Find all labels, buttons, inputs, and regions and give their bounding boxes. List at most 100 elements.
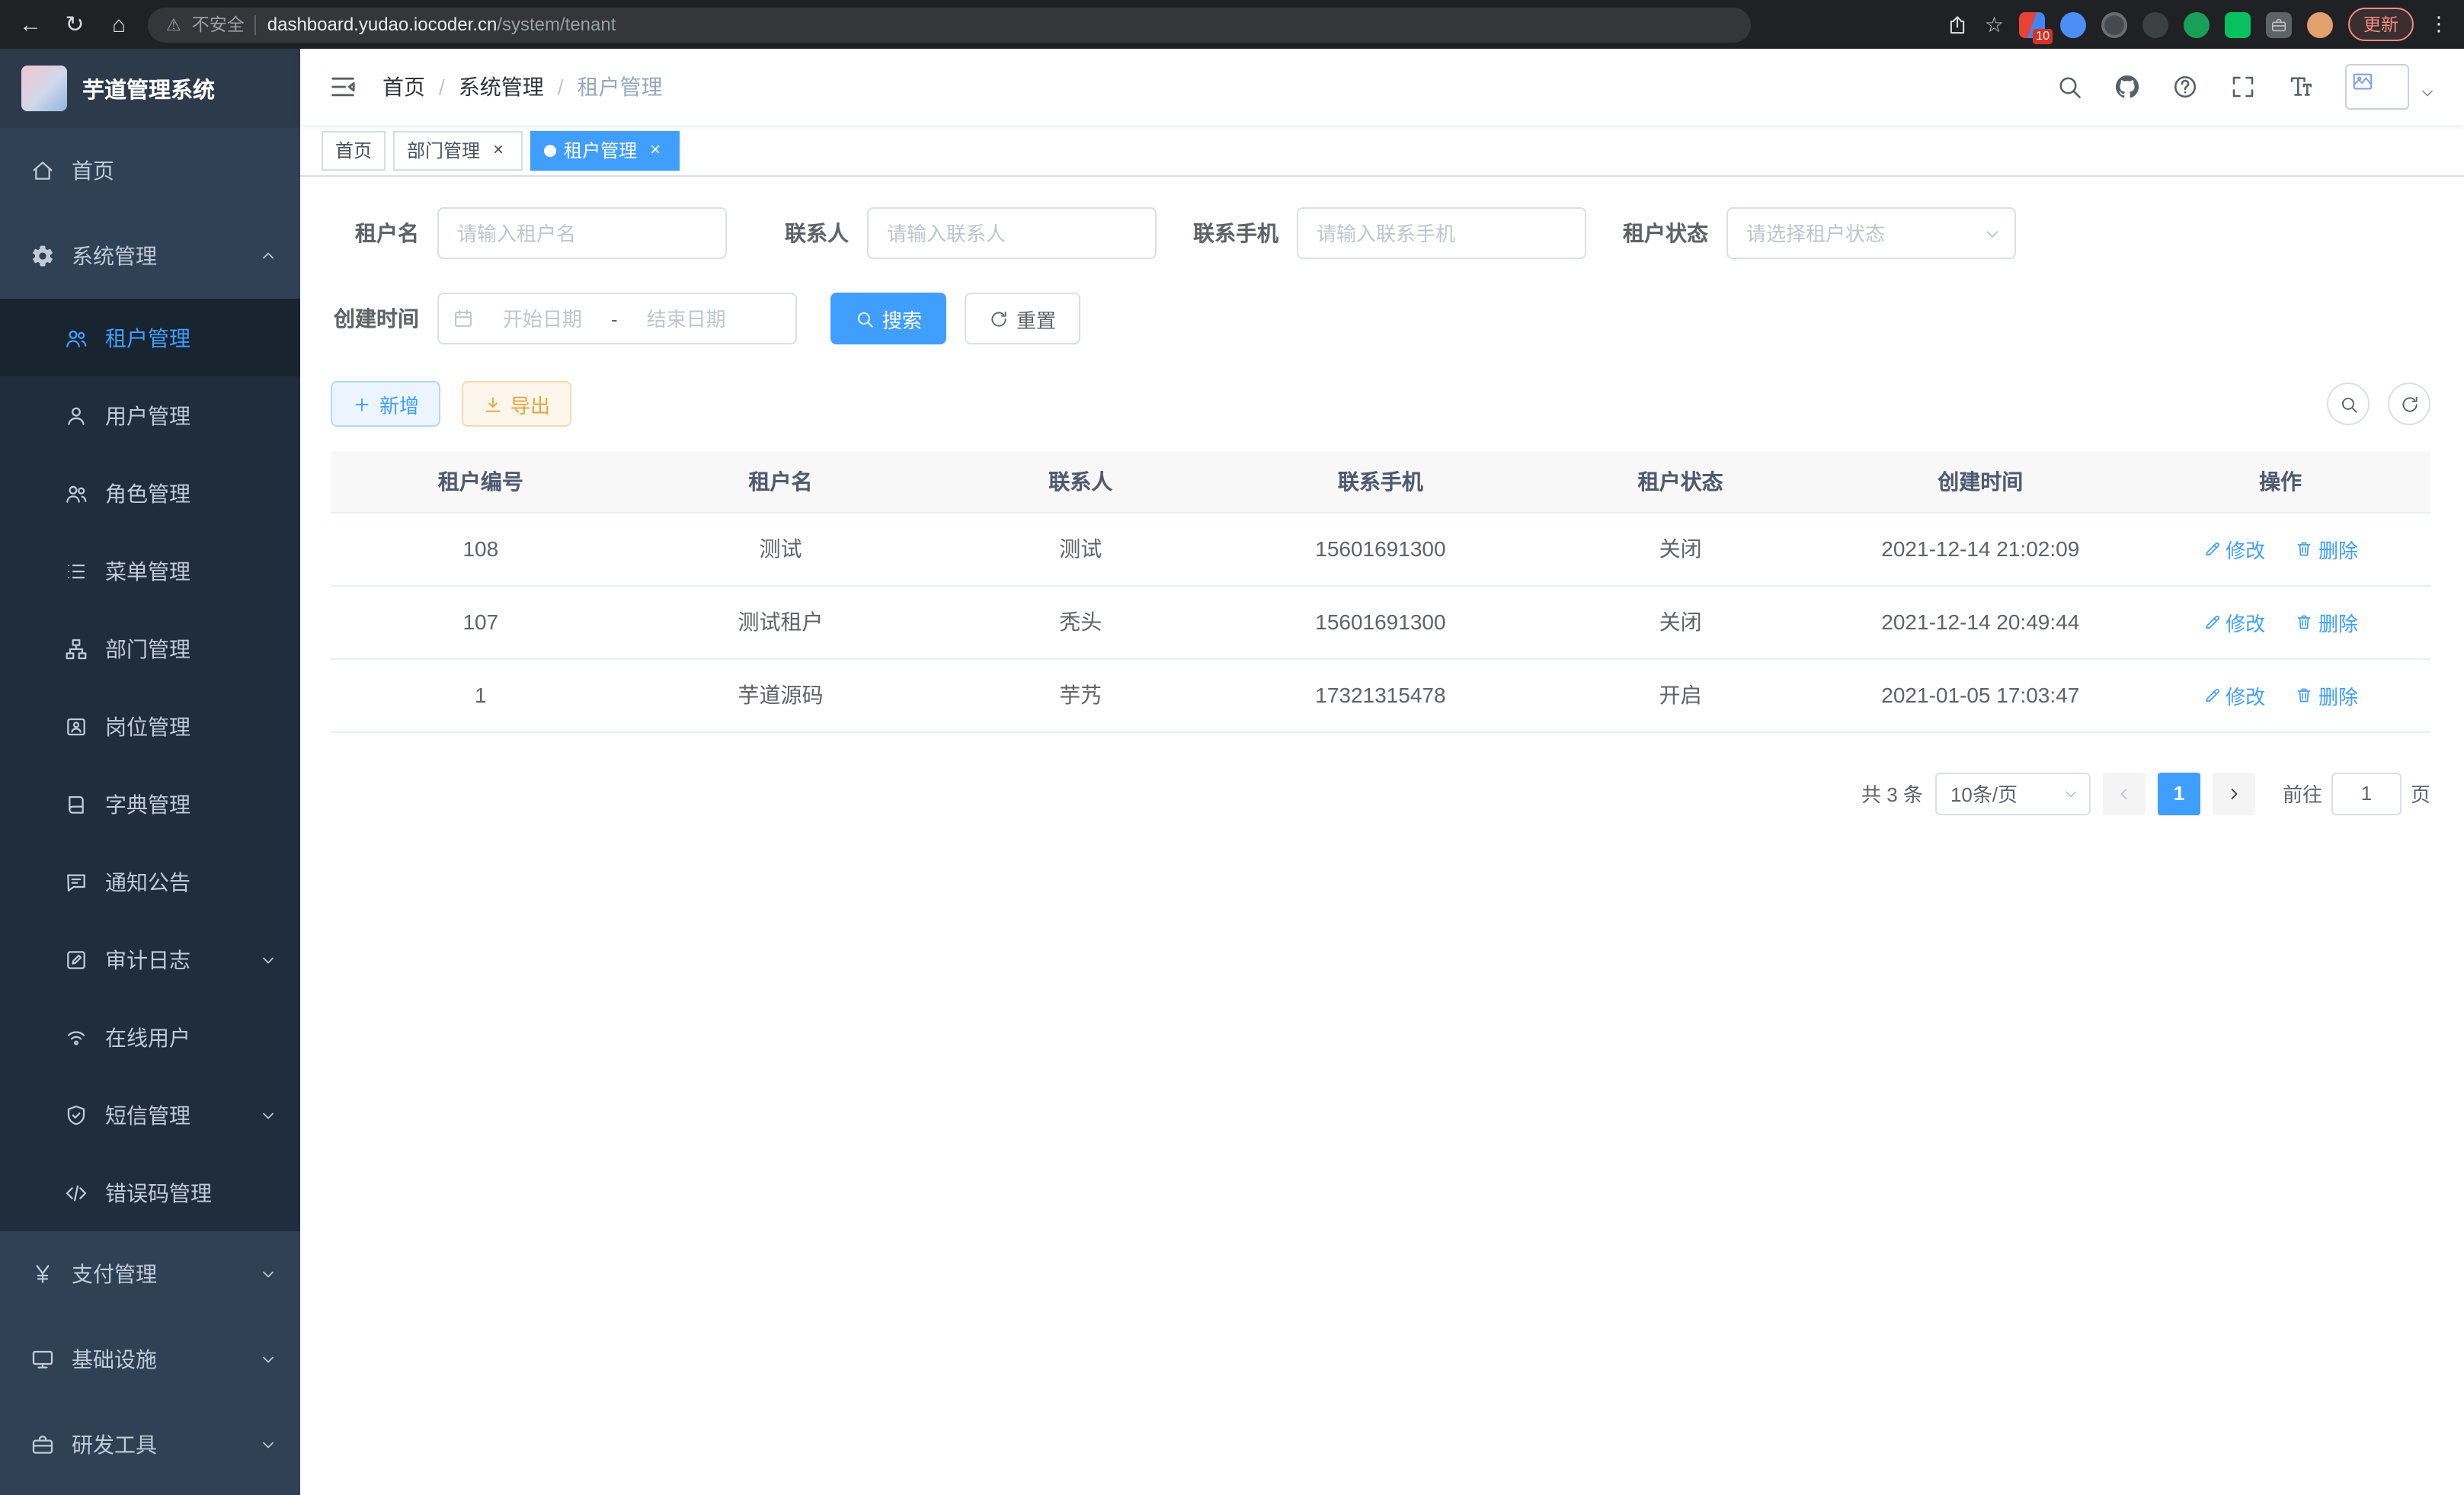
sidebar-collapse-icon[interactable] [328,72,358,102]
cell-tenant-id: 1 [331,658,631,731]
browser-update-button[interactable]: 更新 [2348,8,2414,41]
tags-view-bar: 首页 部门管理 × 租户管理 × [300,125,2464,177]
tenant-name-label: 租户名 [331,218,419,248]
tab-dept[interactable]: 部门管理 × [393,130,523,170]
chevron-down-icon [259,1436,277,1454]
tenant-name-input[interactable] [437,207,727,259]
refresh-icon [2399,394,2419,414]
app-window: ← ↻ ⌂ ⚠ 不安全 dashboard.yudao.iocoder.cn/s… [0,0,2464,1495]
help-icon[interactable] [2171,73,2199,101]
edit-link[interactable]: 修改 [2203,534,2265,563]
contact-input[interactable] [867,207,1157,259]
extension-icon-4[interactable] [2142,11,2168,37]
phone-input[interactable] [1297,207,1586,259]
edit-link[interactable]: 修改 [2203,680,2265,709]
browser-profile-avatar[interactable] [2307,11,2333,37]
goto-page-input[interactable] [2331,772,2402,815]
tab-home[interactable]: 首页 [322,130,386,170]
sidebar-item-payment[interactable]: 支付管理 [0,1231,300,1317]
extension-icon-2[interactable] [2060,11,2086,37]
broken-image-icon [2351,70,2374,93]
org-tree-icon [64,636,88,661]
prev-page-button[interactable] [2103,772,2146,815]
sidebar-item-error-code[interactable]: 错误码管理 [0,1154,300,1231]
extension-icon-5[interactable] [2184,11,2210,37]
sidebar-item-menu[interactable]: 菜单管理 [0,532,300,610]
reload-icon[interactable]: ↻ [59,11,90,38]
start-date-input[interactable] [480,307,605,330]
sidebar-item-infra[interactable]: 基础设施 [0,1317,300,1402]
breadcrumb-system[interactable]: 系统管理 [459,72,544,102]
back-icon[interactable]: ← [15,11,46,37]
sidebar-item-dict[interactable]: 字典管理 [0,765,300,843]
extension-icon-3[interactable] [2101,11,2127,37]
col-tenant-name: 租户名 [631,451,931,512]
sidebar-item-system[interactable]: 系统管理 [0,213,300,299]
filter-create-time: 创建时间 - [331,293,797,344]
delete-link[interactable]: 删除 [2296,534,2358,563]
extension-icon-6[interactable] [2225,11,2251,37]
status-label: 租户状态 [1620,218,1708,248]
search-button[interactable]: 搜索 [830,293,946,344]
error-code-icon [64,1180,88,1205]
status-select-input[interactable] [1726,207,2016,259]
cell-tenant-id: 108 [331,512,631,585]
tenant-status-select[interactable] [1726,207,2016,259]
url-path: /system/tenant [497,14,616,35]
add-button[interactable]: 新增 [331,381,440,427]
extensions-puzzle-icon[interactable] [2266,11,2292,37]
end-date-input[interactable] [624,307,749,330]
table-row: 108 测试 测试 15601691300 关闭 2021-12-14 21:0… [331,512,2430,585]
toggle-search-button[interactable] [2327,383,2370,425]
chevron-down-icon [259,1106,277,1124]
cell-tenant-name: 芋道源码 [631,658,931,731]
bookmark-star-icon[interactable]: ☆ [1985,11,2004,37]
export-button[interactable]: 导出 [462,381,571,427]
delete-link[interactable]: 删除 [2296,607,2358,636]
home-icon [30,158,55,183]
fullscreen-icon[interactable] [2229,73,2257,101]
sidebar-item-tenant[interactable]: 租户管理 [0,299,300,376]
date-range-picker[interactable]: - [437,293,797,344]
table-row: 1 芋道源码 芋艿 17321315478 开启 2021-01-05 17:0… [331,658,2430,731]
browser-actions: ☆ 10 更新 ⋮ [1947,8,2449,41]
page-number-button[interactable]: 1 [2158,772,2200,815]
address-bar[interactable]: ⚠ 不安全 dashboard.yudao.iocoder.cn/system/… [148,7,1751,42]
sidebar-item-online-user[interactable]: 在线用户 [0,998,300,1076]
share-icon[interactable] [1947,13,1970,36]
chevron-down-icon [2418,84,2437,102]
tab-close-icon[interactable]: × [488,139,509,161]
delete-link[interactable]: 删除 [2296,680,2358,709]
next-page-button[interactable] [2213,772,2255,815]
github-icon[interactable] [2114,73,2141,101]
breadcrumb-home[interactable]: 首页 [382,72,425,102]
browser-menu-icon[interactable]: ⋮ [2429,12,2449,37]
tab-tenant[interactable]: 租户管理 × [530,130,680,170]
extension-icon-1[interactable]: 10 [2019,11,2045,37]
font-size-icon[interactable] [2287,73,2315,101]
page-size-select[interactable]: 10条/页 [1935,772,2091,815]
search-icon[interactable] [2056,73,2083,101]
user-avatar-menu[interactable] [2345,64,2437,110]
sidebar-item-devtool[interactable]: 研发工具 [0,1402,300,1487]
app-title: 芋道管理系统 [82,72,215,104]
download-icon [483,394,503,414]
breadcrumb: 首页 / 系统管理 / 租户管理 [382,72,663,102]
header-actions [2056,64,2437,110]
cell-phone: 15601691300 [1230,512,1531,585]
sidebar-item-sms[interactable]: 短信管理 [0,1076,300,1154]
sidebar-item-home[interactable]: 首页 [0,128,300,213]
col-actions: 操作 [2130,451,2430,512]
sidebar-item-audit-log[interactable]: 审计日志 [0,920,300,998]
sidebar-item-role[interactable]: 角色管理 [0,454,300,532]
edit-link[interactable]: 修改 [2203,607,2265,636]
home-icon[interactable]: ⌂ [104,11,134,37]
tab-close-icon[interactable]: × [645,139,666,161]
refresh-table-button[interactable] [2388,383,2430,425]
sidebar-item-post[interactable]: 岗位管理 [0,687,300,765]
chevron-left-icon [2115,784,2133,802]
sidebar-item-dept[interactable]: 部门管理 [0,610,300,687]
reset-button[interactable]: 重置 [965,293,1080,344]
sidebar-item-user[interactable]: 用户管理 [0,376,300,454]
sidebar-item-notice[interactable]: 通知公告 [0,843,300,920]
